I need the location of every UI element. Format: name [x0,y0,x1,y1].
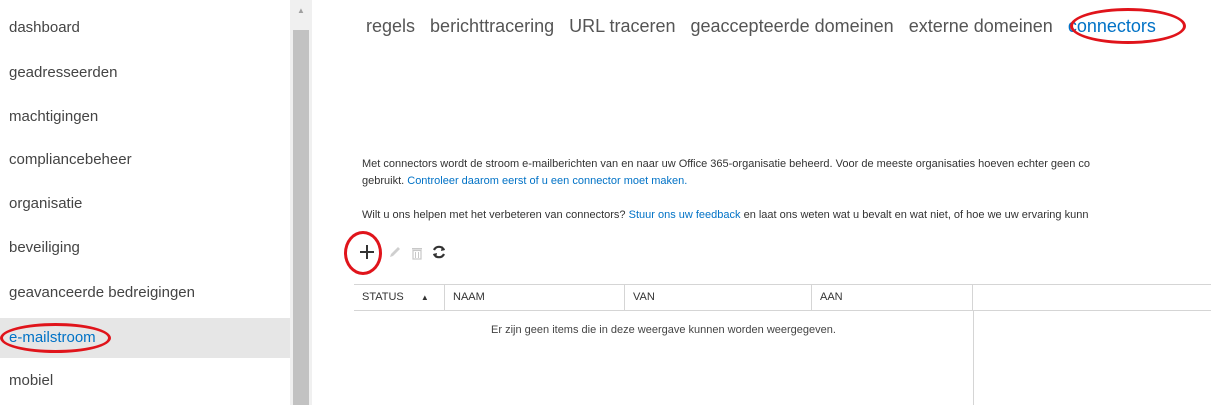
feedback-prefix: Wilt u ons helpen met het verbeteren van… [362,209,629,221]
tab-url-traceren[interactable]: URL traceren [569,16,675,37]
column-status[interactable]: STATUS ▲ [354,285,445,310]
refresh-icon[interactable] [428,243,450,269]
sidebar-item-compliancebeheer[interactable]: compliancebeheer [0,140,290,180]
sidebar-item-geadresseerden[interactable]: geadresseerden [0,53,290,93]
sidebar-nav: dashboard geadresseerden machtigingen co… [0,0,290,405]
sidebar-item-dashboard[interactable]: dashboard [0,8,290,48]
check-connector-link[interactable]: Controleer daarom eerst of u een connect… [407,175,687,187]
sidebar-item-organisatie[interactable]: organisatie [0,184,290,224]
sidebar-scrollbar[interactable]: ▲ [290,0,312,405]
sidebar-item-mobiel[interactable]: mobiel [0,361,290,401]
delete-icon[interactable] [406,243,428,269]
tab-regels[interactable]: regels [366,16,415,37]
column-van[interactable]: VAN [625,285,812,310]
edit-icon[interactable] [384,243,406,269]
tab-geaccepteerde-domeinen[interactable]: geaccepteerde domeinen [691,16,894,37]
feedback-suffix: en laat ons weten wat u bevalt en wat ni… [740,209,1089,221]
scroll-thumb[interactable] [293,30,309,405]
tab-connectors[interactable]: connectors [1068,16,1156,37]
sidebar-item-geavanceerde-bedreigingen[interactable]: geavanceerde bedreigingen [0,273,290,313]
column-aan[interactable]: AAN [812,285,973,310]
sidebar-item-beveiliging[interactable]: beveiliging [0,228,290,268]
details-pane-divider [973,311,974,405]
empty-table-message: Er zijn geen items die in deze weergave … [491,324,836,336]
sidebar-item-e-mailstroom[interactable]: e-mailstroom [0,318,290,358]
column-status-label: STATUS [362,291,404,303]
tab-bar: regels berichttracering URL traceren gea… [366,16,1166,44]
column-naam[interactable]: NAAM [445,285,625,310]
feedback-link[interactable]: Stuur ons uw feedback [629,209,741,221]
sort-ascending-icon: ▲ [420,293,429,302]
tab-berichttracering[interactable]: berichttracering [430,16,554,37]
sidebar-item-machtigingen[interactable]: machtigingen [0,97,290,137]
table-header: STATUS ▲ NAAM VAN AAN [354,284,1211,311]
description-line-1: Met connectors wordt de stroom e-mailber… [362,158,1091,170]
feedback-text: Wilt u ons helpen met het verbeteren van… [362,209,1088,221]
add-icon[interactable] [356,243,378,269]
description-line-2-prefix: gebruikt. [362,175,408,187]
tab-externe-domeinen[interactable]: externe domeinen [909,16,1053,37]
description-line-2: gebruikt. Controleer daarom eerst of u e… [362,175,687,187]
scroll-up-arrow-icon[interactable]: ▲ [290,0,312,22]
